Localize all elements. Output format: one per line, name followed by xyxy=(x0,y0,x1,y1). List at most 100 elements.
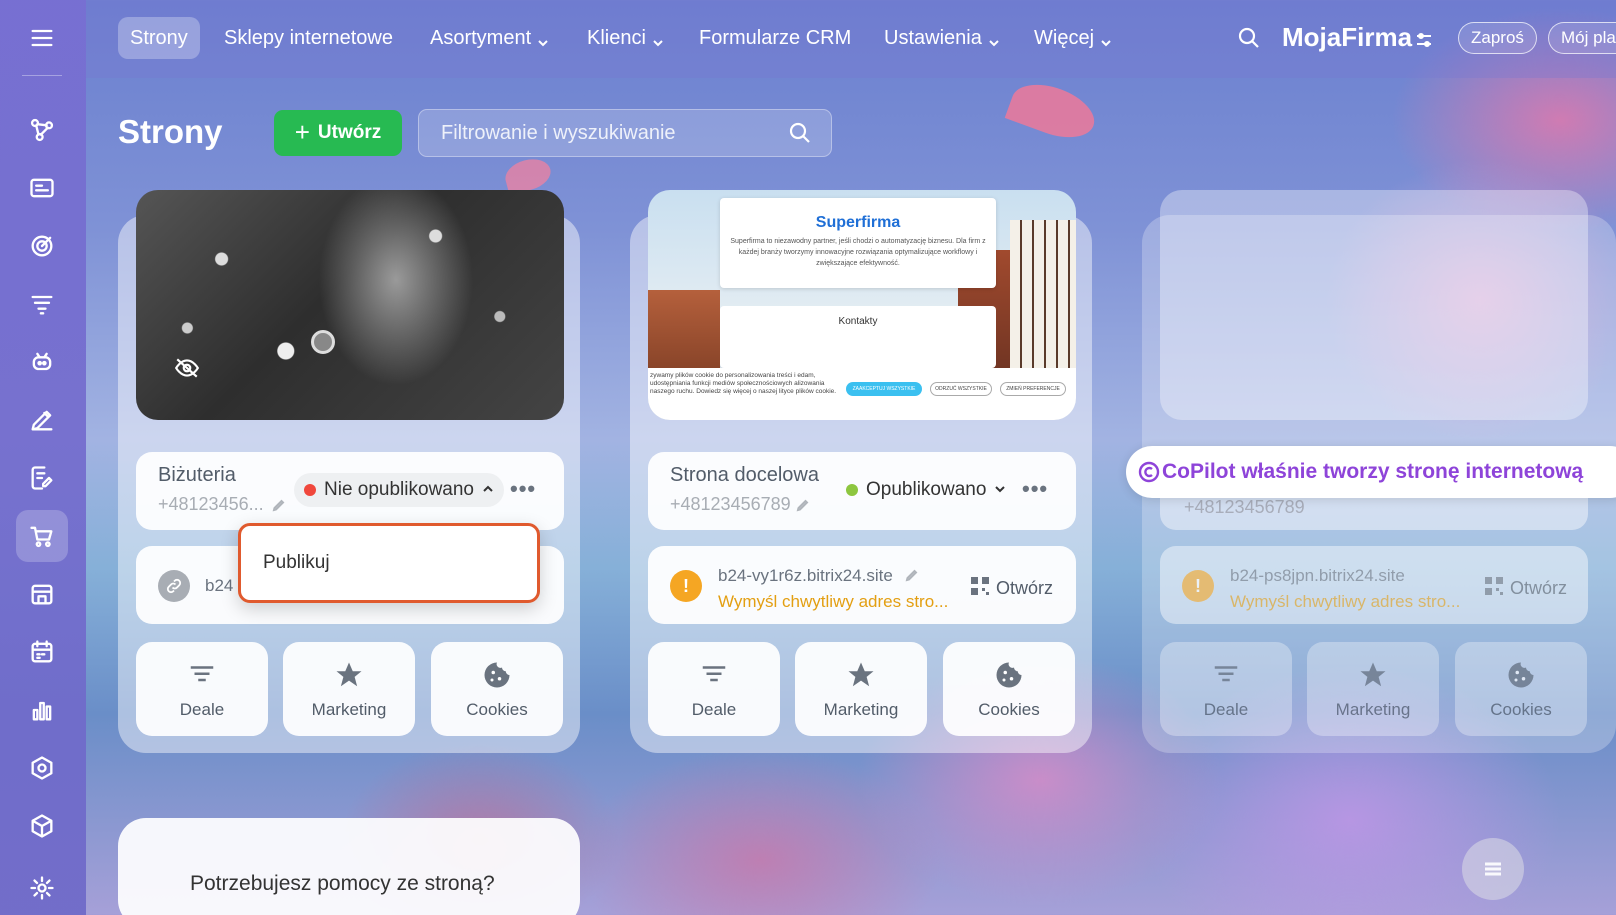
petal-decoration xyxy=(1004,74,1102,148)
cart-icon[interactable] xyxy=(16,510,68,562)
url-hint: Wymyśl chwytliwy adres stro... xyxy=(1230,592,1461,611)
status-dropdown-menu: Publikuj xyxy=(238,523,540,603)
site-name[interactable]: Strona docelowa xyxy=(670,464,819,487)
list-icon xyxy=(1485,862,1501,876)
status-label: Opublikowano xyxy=(866,479,987,500)
nav-tab-sklepy[interactable]: Sklepy internetowe xyxy=(212,17,405,59)
marketing-tile[interactable]: Marketing xyxy=(795,642,927,736)
settings-gear-icon[interactable] xyxy=(16,862,68,914)
pencil-icon[interactable] xyxy=(272,498,286,517)
brand-name[interactable]: MojaFirma xyxy=(1282,22,1412,53)
pencil-icon[interactable] xyxy=(905,568,919,587)
page-title: Strony xyxy=(118,113,223,150)
cookie-icon xyxy=(484,662,510,688)
status-dropdown[interactable]: Nie opublikowano xyxy=(294,473,504,507)
open-label: Otwórz xyxy=(1510,578,1568,598)
cube-icon[interactable] xyxy=(16,800,68,852)
tile-label: Marketing xyxy=(1335,700,1411,719)
copilot-icon xyxy=(1138,461,1160,483)
url-hint[interactable]: Wymyśl chwytliwy adres stro... xyxy=(718,592,948,612)
tile-label: Marketing xyxy=(311,700,387,719)
eye-hidden-icon xyxy=(174,358,200,378)
status-dot xyxy=(304,484,316,496)
tile-label: Cookies xyxy=(978,700,1040,719)
calendar-icon[interactable] xyxy=(16,626,68,678)
chevron-down-icon xyxy=(994,479,1006,501)
preview-accept-button: ZAAKCEPTUJ WSZYSTKIE xyxy=(846,382,922,396)
document-edit-icon[interactable] xyxy=(16,452,68,504)
more-options-icon[interactable]: ••• xyxy=(510,476,536,502)
cookies-tile[interactable]: Cookies xyxy=(431,642,563,736)
tile-label: Marketing xyxy=(823,700,899,719)
menu-icon[interactable] xyxy=(16,12,68,64)
sliders-icon[interactable] xyxy=(1415,31,1433,49)
nav-label: Klienci xyxy=(587,26,646,49)
site-phone: +48123456... xyxy=(158,494,264,514)
more-options-icon[interactable]: ••• xyxy=(1022,476,1048,502)
preview-text: Superfirma to niezawodny partner, jeśli … xyxy=(730,238,986,267)
target-icon[interactable] xyxy=(16,220,68,272)
help-card xyxy=(118,818,580,915)
site-url[interactable]: b24-vy1r6z.bitrix24.site xyxy=(718,566,893,586)
chat-button[interactable] xyxy=(1462,838,1524,900)
search-icon[interactable] xyxy=(788,121,812,145)
open-button[interactable]: Otwórz xyxy=(970,576,1053,601)
funnel-icon xyxy=(1214,666,1238,682)
create-button[interactable]: + Utwórz xyxy=(274,110,402,156)
search-input[interactable]: Filtrowanie i wyszukiwanie xyxy=(418,109,832,157)
warning-icon: ! xyxy=(1182,570,1214,602)
deals-tile[interactable]: Deale xyxy=(648,642,780,736)
cookies-tile: Cookies xyxy=(1455,642,1587,736)
copilot-text: CoPilot właśnie tworzy stronę internetow… xyxy=(1162,460,1584,483)
publish-menu-item[interactable]: Publikuj xyxy=(263,552,330,574)
nav-tab-klienci[interactable]: Klienci xyxy=(575,17,676,59)
card-icon[interactable] xyxy=(16,162,68,214)
search-icon[interactable] xyxy=(1237,26,1261,50)
help-text[interactable]: Potrzebujesz pomocy ze stroną? xyxy=(190,872,495,896)
store-icon[interactable] xyxy=(16,568,68,620)
tile-label: Cookies xyxy=(466,700,528,719)
sidebar-divider xyxy=(22,75,62,76)
deals-tile: Deale xyxy=(1160,642,1292,736)
copilot-status-banner: CoPilot właśnie tworzy stronę internetow… xyxy=(1126,446,1616,498)
my-plan-button[interactable]: Mój pla xyxy=(1548,22,1616,54)
star-icon xyxy=(1360,662,1386,687)
flow-icon[interactable] xyxy=(16,104,68,156)
funnel-icon[interactable] xyxy=(16,278,68,330)
pen-icon[interactable] xyxy=(16,394,68,446)
nav-label: Formularze CRM xyxy=(699,26,852,49)
nav-tab-ustawienia[interactable]: Ustawienia xyxy=(872,17,1012,59)
pencil-icon[interactable] xyxy=(796,498,810,517)
site-url: b24-ps8jpn.bitrix24.site xyxy=(1230,566,1405,585)
funnel-icon xyxy=(190,666,214,682)
invite-button[interactable]: Zaproś xyxy=(1458,22,1537,54)
cookies-tile[interactable]: Cookies xyxy=(943,642,1075,736)
preview-reject-button: ODRZUĆ WSZYSTKIE xyxy=(930,382,992,396)
nav-tab-wiecej[interactable]: Więcej xyxy=(1022,17,1124,59)
chart-icon[interactable] xyxy=(16,684,68,736)
site-name[interactable]: Biżuteria xyxy=(158,464,236,487)
qr-code-icon xyxy=(970,576,990,601)
nav-tab-asortyment[interactable]: Asortyment xyxy=(418,17,561,59)
robot-icon[interactable] xyxy=(16,336,68,388)
star-icon xyxy=(848,662,874,687)
hexagon-icon[interactable] xyxy=(16,742,68,794)
site-thumbnail[interactable] xyxy=(136,190,564,420)
nav-tab-formularze[interactable]: Formularze CRM xyxy=(687,17,863,59)
site-thumbnail[interactable]: Superfirma Superfirma to niezawodny part… xyxy=(648,190,1076,420)
warning-icon: ! xyxy=(670,570,702,602)
nav-tab-strony[interactable]: Strony xyxy=(118,17,200,59)
cookie-icon xyxy=(996,662,1022,688)
status-dropdown[interactable]: Opublikowano xyxy=(836,473,1016,507)
site-url[interactable]: b24 xyxy=(205,576,233,596)
status-dot xyxy=(846,484,858,496)
chevron-down-icon xyxy=(652,32,664,47)
deals-tile[interactable]: Deale xyxy=(136,642,268,736)
qr-code-icon xyxy=(1484,576,1504,601)
chevron-down-icon xyxy=(988,32,1000,47)
preview-contacts-title: Kontakty xyxy=(838,316,878,327)
tile-label: Cookies xyxy=(1490,700,1552,719)
marketing-tile[interactable]: Marketing xyxy=(283,642,415,736)
site-thumbnail-placeholder xyxy=(1160,190,1588,420)
site-phone: +48123456789 xyxy=(670,494,791,514)
